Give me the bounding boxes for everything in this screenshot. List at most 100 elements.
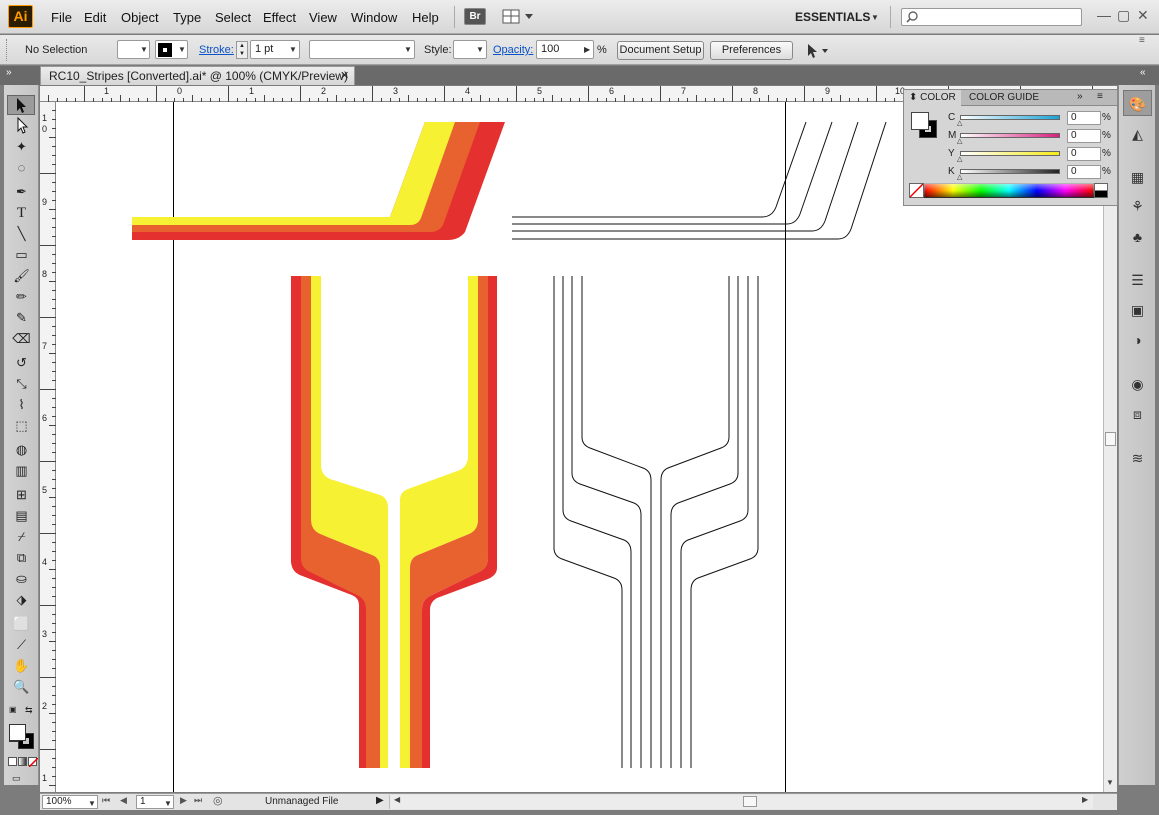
horizontal-scroll-thumb[interactable] xyxy=(743,796,757,807)
black-input[interactable]: 0 xyxy=(1067,165,1101,179)
tab-color[interactable]: ⬍ COLOR xyxy=(904,90,961,106)
stroke-stepper[interactable]: ▲ ▼ xyxy=(236,41,248,59)
rectangle-tool-icon[interactable]: ▭ xyxy=(4,245,39,265)
close-window-icon[interactable]: ✕ xyxy=(1137,7,1149,24)
gradient-tool-icon[interactable]: ▤ xyxy=(4,506,39,526)
close-tab-icon[interactable]: ✕ xyxy=(340,67,349,85)
symbols-icon[interactable]: ♣ xyxy=(1119,224,1156,250)
menu-type[interactable]: Type xyxy=(173,10,201,25)
cyan-slider[interactable] xyxy=(960,115,1060,120)
help-search-input[interactable] xyxy=(901,8,1082,26)
default-colors-icon[interactable]: ▣ xyxy=(9,705,23,715)
variable-width-dropdown[interactable]: ▼ xyxy=(309,40,415,59)
black-white-swatch[interactable] xyxy=(1094,183,1108,198)
maximize-icon[interactable]: ▢ xyxy=(1117,7,1130,24)
menu-select[interactable]: Select xyxy=(215,10,251,25)
selection-options-button[interactable] xyxy=(803,41,829,60)
black-slider[interactable] xyxy=(960,169,1060,174)
swatches-icon[interactable]: ▦ xyxy=(1119,164,1156,190)
menu-effect[interactable]: Effect xyxy=(263,10,296,25)
color-guide-icon[interactable]: ◭ xyxy=(1119,121,1156,147)
panel-options-icon[interactable]: ≡ xyxy=(1097,91,1103,102)
tab-color-guide[interactable]: COLOR GUIDE xyxy=(964,90,1044,106)
eyedropper-tool-icon[interactable]: ⌿ xyxy=(4,527,39,547)
fill-color-front[interactable] xyxy=(9,724,26,741)
direct-selection-tool-icon[interactable] xyxy=(4,116,39,136)
yellow-input[interactable]: 0 xyxy=(1067,147,1101,161)
collapse-panel-icon[interactable]: » xyxy=(1077,91,1083,102)
free-transform-tool-icon[interactable]: ⬚ xyxy=(4,416,39,436)
previous-artboard-icon[interactable]: ◀ xyxy=(120,795,127,806)
brushes-icon[interactable]: ⚘ xyxy=(1119,193,1156,219)
scale-tool-icon[interactable]: ⤡ xyxy=(4,374,39,394)
stroke-panel-icon[interactable]: ☰ xyxy=(1119,267,1156,293)
appearance-panel-icon[interactable]: ◉ xyxy=(1119,371,1156,397)
column-graph-tool-icon[interactable]: ▥ xyxy=(4,461,39,481)
magenta-slider-thumb[interactable]: △ xyxy=(957,137,962,145)
slice-tool-icon[interactable]: ⟋ xyxy=(4,635,39,655)
color-panel-icon[interactable]: 🎨 xyxy=(1123,90,1152,116)
stroke-weight-input[interactable]: 1 pt ▼ xyxy=(250,40,300,59)
document-tab[interactable]: RC10_Stripes [Converted].ai* @ 100% (CMY… xyxy=(40,66,355,85)
scroll-right-icon[interactable]: ▶ xyxy=(1082,795,1088,804)
menu-file[interactable]: File xyxy=(51,10,72,25)
expand-panels-icon[interactable]: « xyxy=(1140,67,1146,78)
first-artboard-icon[interactable]: ⏮ xyxy=(102,795,110,806)
menu-edit[interactable]: Edit xyxy=(84,10,106,25)
opacity-input[interactable]: 100 ▶ xyxy=(536,40,594,59)
graphic-styles-icon[interactable]: ⧈ xyxy=(1119,401,1156,427)
menu-window[interactable]: Window xyxy=(351,10,397,25)
fill-swatch-dropdown[interactable]: ▼ xyxy=(117,40,150,59)
cyan-input[interactable]: 0 xyxy=(1067,111,1101,125)
menu-object[interactable]: Object xyxy=(121,10,159,25)
menu-help[interactable]: Help xyxy=(412,10,439,25)
live-paint-selection-tool-icon[interactable]: ⬗ xyxy=(4,590,39,610)
gradient-mode-icon[interactable] xyxy=(18,757,27,766)
scroll-left-icon[interactable]: ◀ xyxy=(394,795,400,804)
preferences-button[interactable]: Preferences xyxy=(710,41,793,60)
type-tool-icon[interactable]: T xyxy=(4,203,39,223)
stroke-label[interactable]: Stroke: xyxy=(199,44,234,56)
paintbrush-tool-icon[interactable]: 🖌 xyxy=(4,266,39,286)
graphic-style-dropdown[interactable]: ▼ xyxy=(453,40,487,59)
mesh-tool-icon[interactable]: ⊞ xyxy=(4,485,39,505)
magic-wand-tool-icon[interactable]: ✦ xyxy=(4,137,39,157)
bridge-button[interactable]: Br xyxy=(464,8,486,25)
lasso-tool-icon[interactable]: ◌ xyxy=(4,158,39,178)
warp-tool-icon[interactable]: ⌇ xyxy=(4,395,39,415)
document-setup-button[interactable]: Document Setup xyxy=(617,41,704,60)
magenta-slider[interactable] xyxy=(960,133,1060,138)
vertical-scroll-thumb[interactable] xyxy=(1105,432,1116,446)
blend-tool-icon[interactable]: ⧉ xyxy=(4,548,39,568)
swap-colors-icon[interactable]: ⇆ xyxy=(25,705,37,715)
none-mode-icon[interactable] xyxy=(28,757,38,767)
artboard-number-input[interactable]: 1 ▼ xyxy=(136,795,174,809)
status-info-menu-icon[interactable]: ▶ xyxy=(376,795,384,806)
arrange-documents-button[interactable] xyxy=(502,8,536,25)
blob-brush-tool-icon[interactable]: ✎ xyxy=(4,308,39,328)
panel-menu-icon[interactable]: ≡ xyxy=(1139,35,1145,46)
scroll-down-icon[interactable]: ▼ xyxy=(1106,778,1114,787)
next-artboard-icon[interactable]: ▶ xyxy=(180,795,187,806)
hand-tool-icon[interactable]: ✋ xyxy=(4,656,39,676)
zoom-tool-icon[interactable]: 🔍 xyxy=(4,677,39,697)
transparency-panel-icon[interactable]: ◑ xyxy=(1119,327,1156,353)
yellow-slider-thumb[interactable]: △ xyxy=(957,155,962,163)
black-slider-thumb[interactable]: △ xyxy=(957,173,962,181)
rotate-tool-icon[interactable]: ↺ xyxy=(4,353,39,373)
symbol-sprayer-tool-icon[interactable]: ◍ xyxy=(4,440,39,460)
color-mode-icon[interactable] xyxy=(8,757,17,766)
yellow-slider[interactable] xyxy=(960,151,1060,156)
layers-panel-icon[interactable]: ≋ xyxy=(1119,445,1156,471)
magenta-input[interactable]: 0 xyxy=(1067,129,1101,143)
live-paint-bucket-tool-icon[interactable]: ⛀ xyxy=(4,569,39,589)
opacity-label[interactable]: Opacity: xyxy=(493,44,533,56)
eraser-tool-icon[interactable]: ⌫ xyxy=(4,329,39,349)
zoom-dropdown[interactable]: 100% ▼ xyxy=(42,795,98,809)
pencil-tool-icon[interactable]: ✏ xyxy=(4,287,39,307)
minimize-icon[interactable]: — xyxy=(1097,7,1111,23)
status-menu-icon[interactable]: ◎ xyxy=(213,794,223,807)
pen-tool-icon[interactable]: ✒ xyxy=(4,182,39,202)
selection-tool-icon[interactable] xyxy=(7,95,35,115)
cyan-slider-thumb[interactable]: △ xyxy=(957,119,962,127)
